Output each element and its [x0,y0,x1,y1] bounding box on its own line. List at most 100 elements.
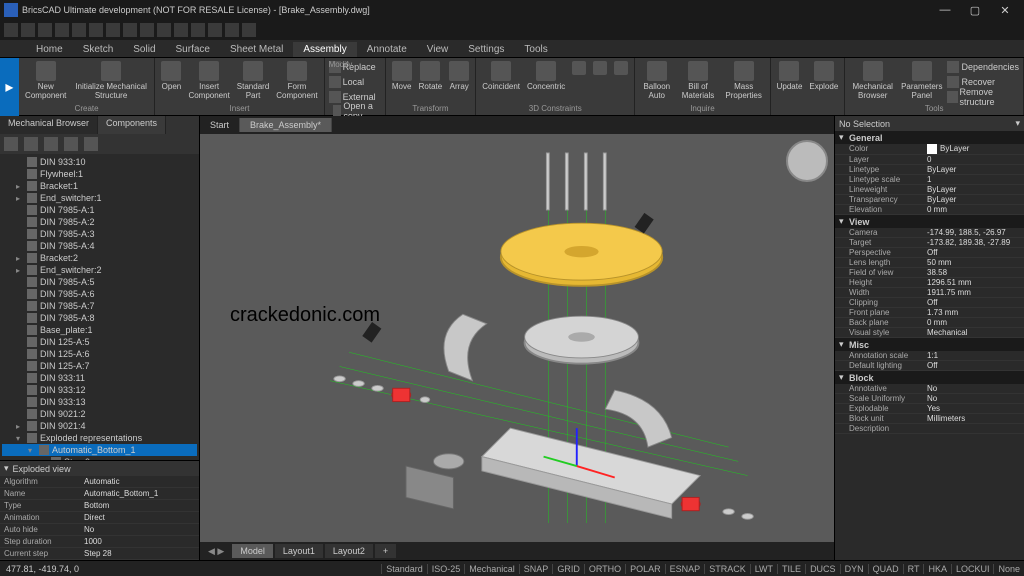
tree-tool-icon[interactable] [64,137,78,151]
prop-value[interactable]: Yes [927,404,1020,413]
bom-button[interactable]: Bill of Materials [677,60,718,101]
qat-icon[interactable] [191,23,205,37]
prop-value[interactable]: Off [927,298,1020,307]
section-general[interactable]: ▾General [835,131,1024,144]
tree-node[interactable]: DIN 9021:2 [2,408,197,420]
prop-value[interactable]: 38.58 [927,268,1020,277]
update-button[interactable]: Update [775,60,805,92]
status-strack[interactable]: STRACK [704,564,750,574]
form-component-button[interactable]: Form Component [274,60,319,101]
qat-icon[interactable] [89,23,103,37]
prop-value[interactable]: Automatic [80,476,199,487]
status-none[interactable]: None [993,564,1024,574]
array-button[interactable]: Array [447,60,471,92]
status-iso-25[interactable]: ISO-25 [427,564,465,574]
status-ducs[interactable]: DUCS [805,564,840,574]
qat-icon[interactable] [106,23,120,37]
prop-value[interactable]: 0 [927,155,1020,164]
qat-icon[interactable] [21,23,35,37]
tab-solid[interactable]: Solid [123,42,165,57]
tree-node[interactable]: DIN 7985-A:3 [2,228,197,240]
prop-value[interactable]: ByLayer [927,165,1020,174]
tree-tool-icon[interactable] [24,137,38,151]
mech-browser-button[interactable]: Mechanical Browser [849,60,896,101]
prop-value[interactable]: 0 mm [927,205,1020,214]
move-button[interactable]: Move [390,60,414,92]
tab-tools[interactable]: Tools [514,42,557,57]
status-rt[interactable]: RT [903,564,924,574]
prop-value[interactable]: No [927,384,1020,393]
tree-node[interactable]: DIN 7985-A:4 [2,240,197,252]
tree-node[interactable]: DIN 125-A:5 [2,336,197,348]
status-hka[interactable]: HKA [923,564,951,574]
tree-tool-icon[interactable] [44,137,58,151]
close-button[interactable]: ✕ [990,0,1020,20]
minimize-button[interactable]: — [930,0,960,20]
funnel-icon[interactable]: ▾ [1015,118,1020,129]
section-view[interactable]: ▾View [835,215,1024,228]
tab-surface[interactable]: Surface [166,42,220,57]
insert-component-button[interactable]: Insert Component [186,60,231,101]
prop-value[interactable]: Direct [80,512,199,523]
tab-annotate[interactable]: Annotate [357,42,417,57]
qat-icon[interactable] [38,23,52,37]
tree-node[interactable]: DIN 7985-A:7 [2,300,197,312]
status-standard[interactable]: Standard [381,564,427,574]
qat-icon[interactable] [242,23,256,37]
prop-value[interactable]: ByLayer [927,195,1020,204]
tab-components[interactable]: Components [98,116,166,134]
status-snap[interactable]: SNAP [519,564,553,574]
tree-tool-icon[interactable] [84,137,98,151]
constraint-icon[interactable] [612,60,630,76]
app-menu-button[interactable]: ▸ [0,58,19,116]
tree-node[interactable]: ▾Exploded representations [2,432,197,444]
tree-node[interactable]: DIN 7985-A:6 [2,288,197,300]
remove-structure-button[interactable]: Remove structure [947,90,1019,104]
prop-value[interactable]: ByLayer [927,185,1020,194]
maximize-button[interactable]: ▢ [960,0,990,20]
section-block[interactable]: ▾Block [835,371,1024,384]
prop-value[interactable] [927,424,1020,433]
status-ortho[interactable]: ORTHO [584,564,625,574]
tree-node[interactable]: DIN 933:10 [2,156,197,168]
tree-node[interactable]: ▸End_switcher:1 [2,192,197,204]
tree-node[interactable]: ▸DIN 9021:4 [2,420,197,432]
constraint-icon[interactable] [570,60,588,76]
prop-value[interactable]: Bottom [80,500,199,511]
3d-canvas[interactable]: crackedonic.com [200,134,834,542]
tree-tool-icon[interactable] [4,137,18,151]
tree-node[interactable]: ▸End_switcher:2 [2,264,197,276]
status-lwt[interactable]: LWT [750,564,777,574]
tree-node[interactable]: ▾Automatic_Bottom_1 [2,444,197,456]
dependencies-button[interactable]: Dependencies [947,60,1019,74]
prop-value[interactable]: ByLayer [927,144,1020,154]
tree-node[interactable]: DIN 7985-A:2 [2,216,197,228]
prop-value[interactable]: 1 [927,175,1020,184]
init-mech-button[interactable]: Initialize Mechanical Structure [72,60,151,101]
qat-icon[interactable] [225,23,239,37]
qat-icon[interactable] [174,23,188,37]
new-component-button[interactable]: New Component [23,60,69,101]
prop-value[interactable]: Automatic_Bottom_1 [80,488,199,499]
tab-sheet-metal[interactable]: Sheet Metal [220,42,293,57]
prop-value[interactable]: Millimeters [927,414,1020,423]
open-button[interactable]: Open [159,60,183,92]
status-grid[interactable]: GRID [552,564,584,574]
layout-tab-2[interactable]: Layout2 [325,544,373,558]
balloon-button[interactable]: Balloon Auto [639,60,674,101]
qat-icon[interactable] [55,23,69,37]
rotate-button[interactable]: Rotate [417,60,445,92]
prop-value[interactable]: 0 mm [927,318,1020,327]
coincident-button[interactable]: Coincident [480,60,522,92]
prop-value[interactable]: No [927,394,1020,403]
standard-part-button[interactable]: Standard Part [235,60,271,101]
qat-icon[interactable] [123,23,137,37]
tree-node[interactable]: ▸Bracket:1 [2,180,197,192]
prop-value[interactable]: -173.82, 189.38, -27.89 [927,238,1020,247]
parameters-button[interactable]: Parameters Panel [899,60,944,101]
status-esnap[interactable]: ESNAP [665,564,705,574]
qat-icon[interactable] [157,23,171,37]
tab-home[interactable]: Home [26,42,73,57]
prop-value[interactable]: No [80,524,199,535]
tree-node[interactable]: DIN 933:11 [2,372,197,384]
